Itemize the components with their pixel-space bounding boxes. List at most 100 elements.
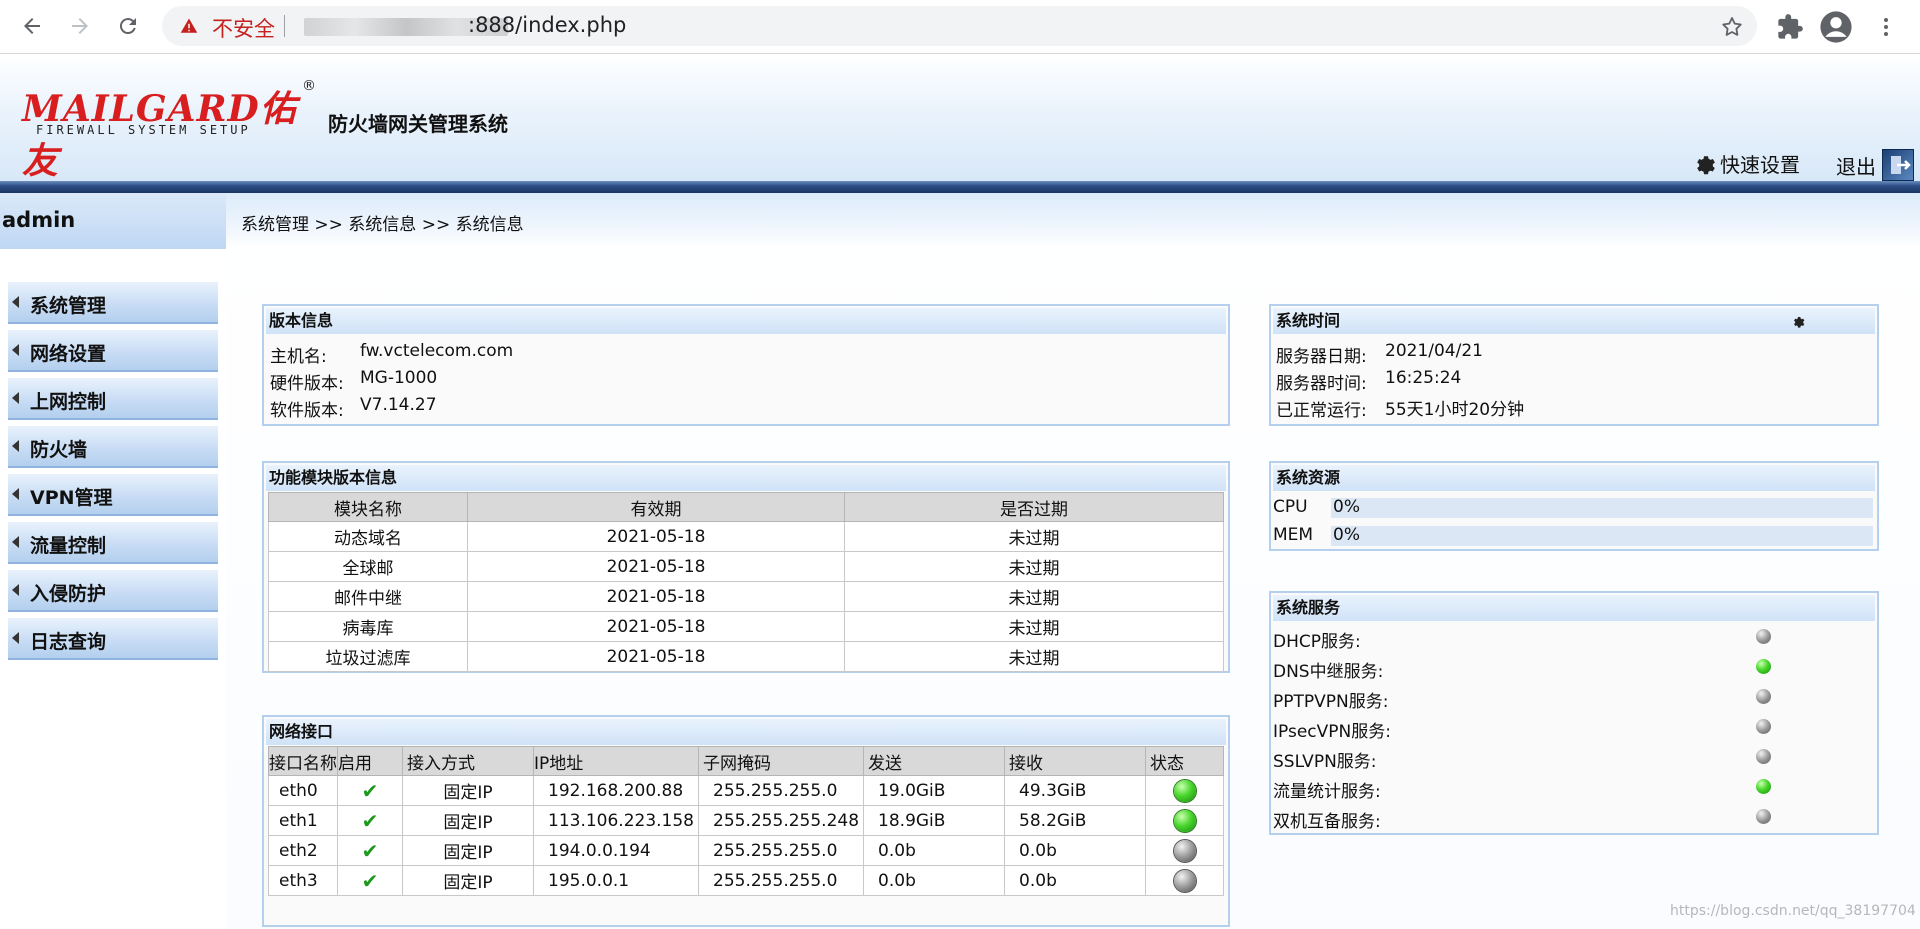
mem-usage-bar (1331, 526, 1873, 546)
status-cell (1145, 775, 1224, 806)
column-header: 是否过期 (844, 492, 1224, 522)
status-green-dot-icon (1756, 659, 1771, 674)
interface-name: eth1 (268, 805, 338, 836)
sidebar-item-intrusion-prevention[interactable]: 入侵防护 (8, 570, 218, 612)
sidebar-item-vpn[interactable]: VPN管理 (8, 474, 218, 516)
hardware-version-value: MG-1000 (360, 368, 438, 388)
table-row: 病毒库 2021-05-18 未过期 (268, 611, 1224, 642)
sidebar-item-label: 系统管理 (30, 295, 107, 317)
status-cell (1145, 865, 1224, 896)
sidebar-item-log-query[interactable]: 日志查询 (8, 618, 218, 660)
sidebar-item-traffic-control[interactable]: 流量控制 (8, 522, 218, 564)
settings-gear-icon[interactable] (1791, 314, 1805, 328)
reload-icon (119, 18, 136, 35)
status-cell (1145, 805, 1224, 836)
quick-setup-label: 快速设置 (1720, 152, 1800, 177)
module-version-panel: 功能模块版本信息 模块名称 有效期 是否过期 动态域名 2021-05-18 未… (262, 461, 1230, 673)
logo-registered-mark: ® (302, 78, 316, 94)
table-row: 邮件中继 2021-05-18 未过期 (268, 581, 1224, 612)
enabled-check-icon: ✔ (337, 805, 403, 836)
status-gray-led-icon (1173, 839, 1196, 862)
forward-button[interactable] (62, 8, 98, 44)
sidebar-item-firewall[interactable]: 防火墙 (8, 426, 218, 468)
interface-name: eth0 (268, 775, 338, 806)
breadcrumb-bar: 系统管理 >> 系统信息 >> 系统信息 (226, 193, 1920, 248)
system-services-panel: 系统服务 DHCP服务: DNS中继服务: PPTPVPN服务: IPsecVP… (1269, 591, 1879, 835)
forward-arrow-icon (72, 18, 88, 34)
sidebar-item-internet-control[interactable]: 上网控制 (8, 378, 218, 420)
back-button[interactable] (14, 8, 50, 44)
service-traffic-stats-label: 流量统计服务: (1273, 782, 1381, 802)
module-expiry: 2021-05-18 (467, 611, 845, 642)
module-name: 垃圾过滤库 (268, 641, 468, 672)
caret-left-icon (12, 536, 19, 548)
rx-bytes: 58.2GiB (1004, 805, 1147, 836)
software-version-value: V7.14.27 (360, 395, 437, 415)
subnet-mask: 255.255.255.0 (698, 775, 865, 806)
subnet-mask: 255.255.255.0 (698, 865, 865, 896)
sidebar-item-label: 入侵防护 (30, 583, 107, 605)
module-table: 模块名称 有效期 是否过期 动态域名 2021-05-18 未过期 全球邮 20… (268, 492, 1224, 672)
status-gray-dot-icon (1756, 749, 1771, 764)
caret-left-icon (12, 440, 19, 452)
extensions-button[interactable] (1772, 9, 1808, 45)
status-gray-dot-icon (1756, 809, 1771, 824)
caret-left-icon (12, 632, 19, 644)
status-gray-dot-icon (1756, 719, 1771, 734)
mem-value: 0% (1333, 525, 1360, 545)
logout-button[interactable]: 退出 (1836, 149, 1914, 181)
caret-left-icon (12, 344, 19, 356)
browser-menu-button[interactable] (1868, 9, 1904, 45)
status-gray-led-icon (1173, 869, 1196, 892)
rx-bytes: 0.0b (1004, 865, 1147, 896)
hostname-value: fw.vctelecom.com (360, 341, 514, 361)
network-interface-panel: 网络接口 接口名称 启用 接入方式 IP地址 子网掩码 发送 接收 状态 eth… (262, 715, 1230, 927)
sidebar-item-network-settings[interactable]: 网络设置 (8, 330, 218, 372)
table-row: 全球邮 2021-05-18 未过期 (268, 551, 1224, 582)
hardware-version-label: 硬件版本: (270, 374, 344, 394)
subnet-mask: 255.255.255.248 (698, 805, 865, 836)
profile-button[interactable] (1818, 9, 1854, 45)
panel-title: 系统服务 (1273, 595, 1875, 621)
table-row: eth0 ✔ 固定IP 192.168.200.88 255.255.255.0… (268, 775, 1224, 806)
access-mode: 固定IP (402, 835, 534, 866)
module-expired: 未过期 (844, 581, 1224, 612)
bookmark-star-icon[interactable] (1720, 15, 1744, 39)
caret-left-icon (12, 584, 19, 596)
sidebar-item-system-management[interactable]: 系统管理 (8, 282, 218, 324)
panel-title: 系统时间 (1273, 308, 1875, 334)
address-bar[interactable]: 不安全 :888/index.php (162, 6, 1757, 46)
header-divider-band (0, 181, 1920, 193)
sidebar-item-label: 流量控制 (30, 535, 107, 557)
quick-setup-button[interactable]: 快速设置 (1692, 150, 1800, 177)
interface-name: eth3 (268, 865, 338, 896)
module-expiry: 2021-05-18 (467, 551, 845, 582)
status-cell (1145, 835, 1224, 866)
module-expired: 未过期 (844, 551, 1224, 582)
column-header: 发送 (863, 746, 1006, 776)
module-expired: 未过期 (844, 641, 1224, 672)
logo-subtext: FIREWALL SYSTEM SETUP (36, 123, 251, 137)
security-label[interactable]: 不安全 (212, 13, 275, 43)
column-header: 子网掩码 (698, 746, 865, 776)
logout-label: 退出 (1836, 154, 1876, 179)
uptime-value: 55天1小时20分钟 (1385, 400, 1525, 420)
system-title: 防火墙网关管理系统 (328, 112, 508, 136)
cpu-label: CPU (1273, 497, 1308, 517)
avatar-icon (1820, 11, 1852, 43)
browser-toolbar: 不安全 :888/index.php (0, 0, 1920, 54)
enabled-check-icon: ✔ (337, 775, 403, 806)
column-header: 接收 (1004, 746, 1147, 776)
server-time-label: 服务器时间: (1276, 374, 1367, 394)
ip-address: 195.0.0.1 (532, 865, 700, 896)
ip-address: 113.106.223.158 (532, 805, 700, 836)
sidebar-item-label: 防火墙 (30, 439, 88, 461)
reload-button[interactable] (110, 8, 146, 44)
caret-left-icon (12, 488, 19, 500)
service-ha-backup-label: 双机互备服务: (1273, 812, 1381, 832)
url-text[interactable]: :888/index.php (468, 13, 626, 37)
service-dns-relay-label: DNS中继服务: (1273, 662, 1384, 682)
status-green-led-icon (1173, 809, 1196, 832)
column-header: 模块名称 (268, 492, 468, 522)
tx-bytes: 0.0b (863, 835, 1006, 866)
